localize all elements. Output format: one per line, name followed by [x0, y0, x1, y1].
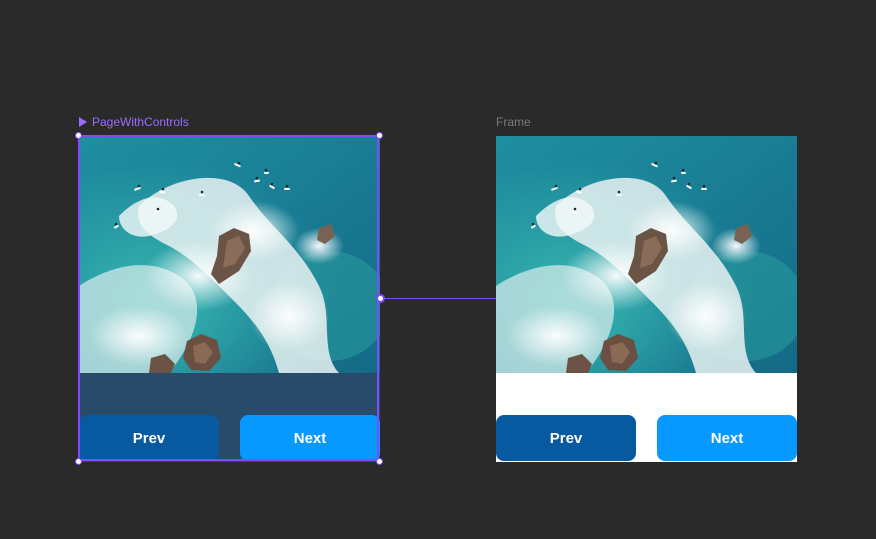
- resize-handle-top-right[interactable]: [376, 132, 383, 139]
- prev-button-label: Prev: [549, 429, 583, 447]
- ocean-aerial-image: [79, 136, 380, 373]
- prototype-connection-handle[interactable]: [376, 294, 385, 303]
- frame-name: PageWithControls: [92, 115, 189, 129]
- frame-name: Frame: [496, 115, 531, 129]
- frame[interactable]: Prev Next: [496, 136, 797, 462]
- frame-label-frame[interactable]: Frame: [496, 115, 531, 129]
- resize-handle-bottom-left[interactable]: [75, 458, 82, 465]
- prev-button-label: Prev: [132, 429, 166, 447]
- prev-button[interactable]: Prev: [496, 415, 636, 461]
- next-button-label: Next: [293, 429, 327, 447]
- next-button[interactable]: Next: [240, 415, 380, 461]
- prototype-connection-line[interactable]: [383, 298, 496, 299]
- play-icon[interactable]: [79, 117, 87, 127]
- design-canvas[interactable]: PageWithControls Frame Prev Next Prev Ne…: [0, 0, 876, 539]
- frame-label-page-with-controls[interactable]: PageWithControls: [79, 115, 189, 129]
- next-button[interactable]: Next: [657, 415, 797, 461]
- resize-handle-top-left[interactable]: [75, 132, 82, 139]
- page-with-controls-frame[interactable]: Prev Next: [79, 136, 380, 462]
- ocean-aerial-image: [496, 136, 797, 373]
- prev-button[interactable]: Prev: [79, 415, 219, 461]
- next-button-label: Next: [710, 429, 744, 447]
- resize-handle-bottom-right[interactable]: [376, 458, 383, 465]
